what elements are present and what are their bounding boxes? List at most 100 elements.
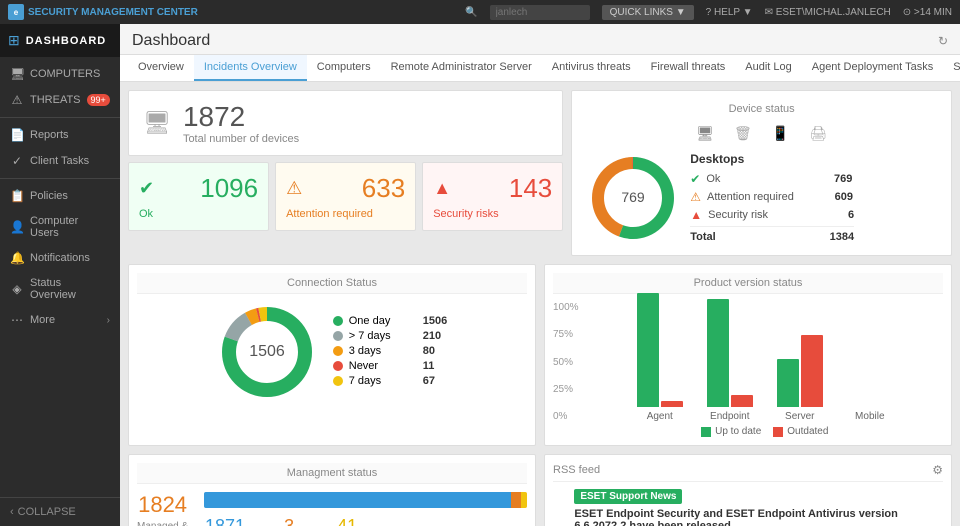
server-bars (777, 335, 823, 407)
sidebar-dashboard-label: DASHBOARD (26, 35, 107, 47)
agent-outdated-bar (661, 401, 683, 407)
one-day-dot (333, 316, 343, 326)
sidebar-item-threats[interactable]: ⚠ THREATS 99+ (0, 87, 120, 113)
sidebar-dashboard-header[interactable]: ⊞ DASHBOARD (0, 24, 120, 57)
tab-audit-log[interactable]: Audit Log (735, 55, 801, 81)
tab-incidents-overview[interactable]: Incidents Overview (194, 55, 307, 81)
agent-bars (637, 293, 683, 407)
top-bar: e SECURITY MANAGEMENT CENTER 🔍 QUICK LIN… (0, 0, 960, 24)
security-risk-legend-label: Security risk (708, 209, 818, 221)
sidebar-collapse-button[interactable]: ‹ COLLAPSE (0, 497, 120, 526)
sidebar-label-notifications: Notifications (30, 252, 90, 264)
ok-stat-card: ✔ 1096 Ok (128, 162, 269, 231)
ok-legend-icon: ✔ (690, 172, 700, 186)
7days-dot (333, 331, 343, 341)
eset-logo-icon: e (8, 4, 24, 20)
stats-row: 🖥 1872 Total number of devices ✔ 1096 (128, 90, 952, 256)
threats-badge: 99+ (87, 94, 110, 106)
sidebar: ⊞ DASHBOARD 🖥 COMPUTERS ⚠ THREATS 99+ 📄 … (0, 24, 120, 526)
rogue-stat-number: 41 (337, 516, 357, 526)
printer-icon[interactable]: 🖨 (809, 125, 827, 142)
uptodate-dot (701, 427, 711, 437)
ok-label: Ok (139, 208, 258, 220)
tab-agent-deployment[interactable]: Agent Deployment Tasks (802, 55, 943, 81)
conn-one-day: One day 1506 (333, 315, 447, 327)
danger-number: 143 (509, 173, 552, 204)
one-day-label: One day (349, 315, 409, 327)
7days-value: 210 (423, 330, 441, 342)
sidebar-item-computer-users[interactable]: 👤 Computer Users (0, 209, 120, 245)
unmanaged-stat: 3 Unmanaged ⊙ (262, 516, 316, 526)
tab-overview[interactable]: Overview (128, 55, 194, 81)
warning-label: Attention required (286, 208, 405, 220)
sidebar-item-client-tasks[interactable]: ✓ Client Tasks (0, 148, 120, 174)
tab-remote-admin[interactable]: Remote Administrator Server (381, 55, 542, 81)
connection-legend: One day 1506 > 7 days 210 3 days (333, 315, 447, 390)
sidebar-item-computers[interactable]: 🖥 COMPUTERS (0, 61, 120, 87)
legend-total: Total 1384 (690, 226, 854, 243)
progress-orange (511, 492, 521, 508)
sidebar-item-more[interactable]: ⋯ More › (0, 307, 120, 333)
legend-security-risk: ▲ Security risk 6 (690, 208, 854, 222)
help-button[interactable]: ? HELP ▼ (706, 7, 753, 18)
3days-value: 80 (423, 345, 435, 357)
total-legend-label: Total (690, 231, 715, 243)
tab-antivirus[interactable]: Antivirus threats (542, 55, 641, 81)
sidebar-label-status-overview: Status Overview (30, 277, 110, 301)
user-label: ✉ ESET\MICHAL.JANLECH (765, 7, 891, 18)
phone-icon[interactable]: 📱 (772, 125, 789, 142)
attention-legend-icon: ⚠ (690, 190, 701, 204)
delete-icon[interactable]: 🗑 (734, 125, 752, 142)
tab-computers[interactable]: Computers (307, 55, 381, 81)
bottom-row: Managment status 1824 Managed &Protected… (128, 454, 952, 526)
y-75: 75% (553, 329, 579, 340)
connection-donut-value: 1506 (249, 343, 285, 360)
users-icon: 👤 (10, 220, 24, 234)
donut-center-value: 769 (622, 189, 646, 205)
3days-dot (333, 346, 343, 356)
endpoint-uptodate-bar (707, 299, 729, 407)
sidebar-item-reports[interactable]: 📄 Reports (0, 122, 120, 148)
never-dot (333, 361, 343, 371)
topbar-right: 🔍 QUICK LINKS ▼ ? HELP ▼ ✉ ESET\MICHAL.J… (465, 5, 952, 20)
management-content: 1824 Managed &Protected ⊙ (137, 492, 527, 526)
donut-legend: Desktops ✔ Ok 769 ⚠ Attention required 6… (690, 152, 854, 243)
product-version-title: Product version status (553, 273, 943, 294)
danger-stat-card: ▲ 143 Security risks (422, 162, 563, 231)
managed-number: 1824 (138, 492, 187, 518)
never-value: 11 (423, 360, 435, 372)
security-risk-legend-value: 6 (824, 209, 854, 221)
sidebar-item-policies[interactable]: 📋 Policies (0, 183, 120, 209)
sidebar-label-computers: COMPUTERS (30, 68, 100, 80)
sidebar-label-client-tasks: Client Tasks (30, 155, 89, 167)
y-100: 100% (553, 302, 579, 313)
page-title: Dashboard (132, 32, 210, 50)
quick-links-button[interactable]: QUICK LINKS ▼ (602, 5, 694, 20)
sidebar-divider (0, 117, 120, 118)
desktop-icon[interactable]: 🖥 (696, 125, 714, 142)
chart-legend: Up to date Outdated (587, 426, 943, 437)
app-logo: e SECURITY MANAGEMENT CENTER (8, 4, 198, 20)
total-devices-card: 🖥 1872 Total number of devices (128, 90, 563, 156)
conn-7days-alt: 7 days 67 (333, 375, 447, 387)
search-input[interactable] (490, 5, 590, 20)
progress-yellow (521, 492, 527, 508)
conn-7days: > 7 days 210 (333, 330, 447, 342)
rogue-stat: 41 Rogue ⊙ (332, 516, 361, 526)
uptodate-legend: Up to date (701, 426, 761, 437)
sidebar-item-notifications[interactable]: 🔔 Notifications (0, 245, 120, 271)
bar-chart-container: 100% 75% 50% 25% 0% (553, 302, 943, 437)
tab-scans[interactable]: Scans (943, 55, 960, 81)
rss-content: ESET Support News ESET Endpoint Security… (574, 488, 921, 526)
grid-icon: ⊞ (8, 32, 20, 49)
ok-number: 1096 (200, 173, 258, 204)
rss-settings-icon[interactable]: ⚙ (932, 463, 943, 477)
tab-firewall[interactable]: Firewall threats (641, 55, 736, 81)
client-tasks-icon: ✓ (10, 154, 24, 168)
outdated-dot (773, 427, 783, 437)
management-right: 1871 Managed ⊙ 3 Unmanaged ⊙ (204, 492, 527, 526)
legend-attention: ⚠ Attention required 609 (690, 190, 854, 204)
sidebar-item-status-overview[interactable]: ◈ Status Overview (0, 271, 120, 307)
refresh-icon[interactable]: ↻ (938, 34, 948, 48)
check-icon: ✔ (139, 178, 154, 199)
